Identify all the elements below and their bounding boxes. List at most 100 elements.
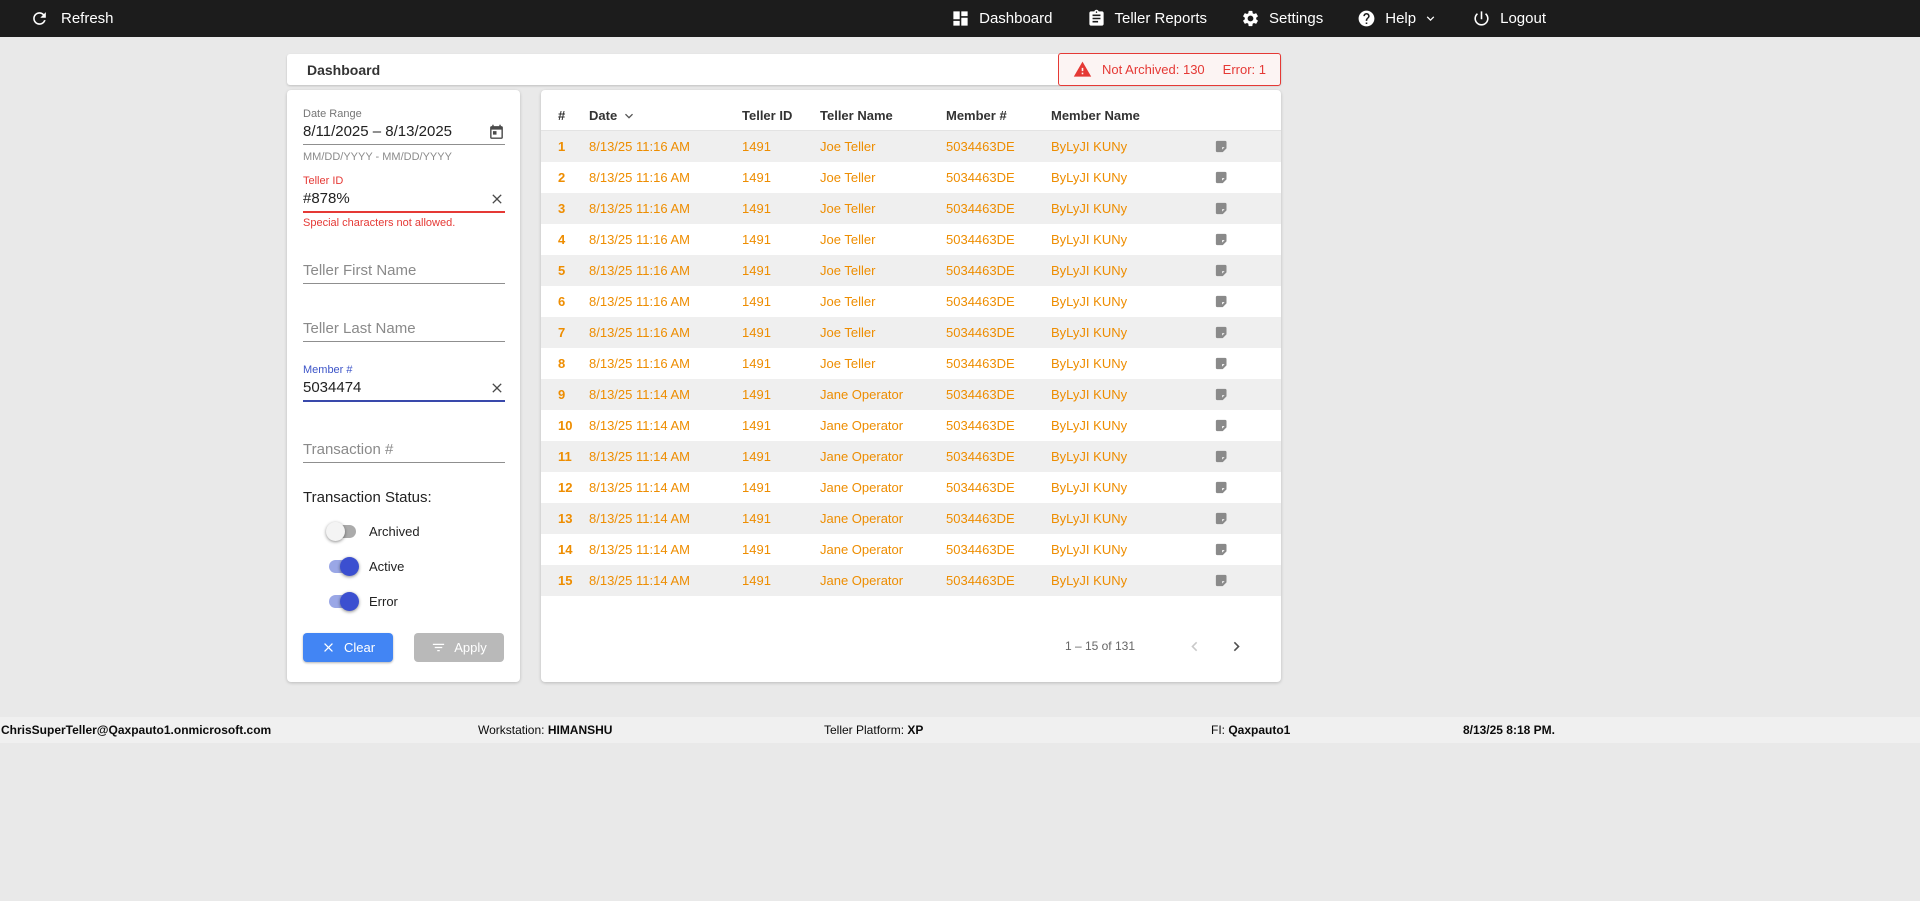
row-member-number: 5034463DE	[946, 139, 1015, 154]
row-member-number: 5034463DE	[946, 542, 1015, 557]
results-table: # Date Teller ID Teller Name Member # Me…	[541, 90, 1281, 682]
page-title: Dashboard	[307, 61, 381, 78]
note-icon[interactable]	[1214, 511, 1230, 526]
row-teller-id: 1491	[742, 201, 771, 216]
refresh-button[interactable]: Refresh	[30, 9, 114, 28]
clear-button[interactable]: Clear	[303, 633, 393, 662]
row-number: 8	[558, 356, 566, 371]
note-icon[interactable]	[1214, 418, 1230, 433]
table-body: 1 8/13/25 11:16 AM 1491 Joe Teller 50344…	[541, 131, 1281, 596]
table-row[interactable]: 8 8/13/25 11:16 AM 1491 Joe Teller 50344…	[541, 348, 1281, 379]
dashboard-icon	[951, 9, 970, 28]
table-row[interactable]: 9 8/13/25 11:14 AM 1491 Jane Operator 50…	[541, 379, 1281, 410]
col-date[interactable]: Date	[589, 108, 742, 124]
row-teller-id: 1491	[742, 573, 771, 588]
row-teller-name: Joe Teller	[820, 232, 876, 247]
apply-button[interactable]: Apply	[414, 633, 504, 662]
row-member-name: ByLyJI KUNy	[1051, 263, 1128, 278]
teller-last-name-input[interactable]	[303, 317, 505, 341]
row-member-number: 5034463DE	[946, 263, 1015, 278]
row-teller-id: 1491	[742, 418, 771, 433]
row-teller-id: 1491	[742, 139, 771, 154]
user-email: ChrisSuperTeller@Qaxpauto1.onmicrosoft.c…	[1, 723, 272, 737]
teller-first-name-input[interactable]	[303, 259, 505, 283]
prev-page-button[interactable]	[1181, 633, 1207, 659]
note-icon[interactable]	[1214, 294, 1230, 309]
row-number: 10	[558, 418, 573, 433]
row-member-number: 5034463DE	[946, 170, 1015, 185]
table-row[interactable]: 2 8/13/25 11:16 AM 1491 Joe Teller 50344…	[541, 162, 1281, 193]
row-date: 8/13/25 11:16 AM	[589, 263, 690, 278]
note-icon[interactable]	[1214, 387, 1230, 402]
note-icon[interactable]	[1214, 201, 1230, 216]
note-icon[interactable]	[1214, 139, 1230, 154]
col-teller-name: Teller Name	[820, 108, 893, 123]
sort-desc-icon	[621, 108, 637, 124]
next-page-button[interactable]	[1223, 633, 1249, 659]
table-row[interactable]: 13 8/13/25 11:14 AM 1491 Jane Operator 5…	[541, 503, 1281, 534]
teller-id-label: Teller ID	[303, 175, 344, 187]
table-row[interactable]: 7 8/13/25 11:16 AM 1491 Joe Teller 50344…	[541, 317, 1281, 348]
nav-logout[interactable]: Logout	[1472, 9, 1546, 28]
note-icon[interactable]	[1214, 263, 1230, 278]
table-row[interactable]: 14 8/13/25 11:14 AM 1491 Jane Operator 5…	[541, 534, 1281, 565]
note-icon[interactable]	[1214, 542, 1230, 557]
table-row[interactable]: 12 8/13/25 11:14 AM 1491 Jane Operator 5…	[541, 472, 1281, 503]
teller-platform-info: Teller Platform: XP	[824, 723, 923, 737]
toggle-thumb	[326, 521, 345, 541]
row-member-name: ByLyJI KUNy	[1051, 201, 1128, 216]
note-icon[interactable]	[1214, 356, 1230, 371]
row-member-name: ByLyJI KUNy	[1051, 232, 1128, 247]
warning-icon	[1073, 60, 1092, 79]
active-toggle[interactable]	[329, 556, 359, 576]
row-number: 13	[558, 511, 573, 526]
pagination-range: 1 – 15 of 131	[1064, 639, 1135, 653]
row-date: 8/13/25 11:14 AM	[589, 387, 690, 402]
table-row[interactable]: 4 8/13/25 11:16 AM 1491 Joe Teller 50344…	[541, 224, 1281, 255]
error-toggle[interactable]	[329, 591, 359, 611]
error-toggle-label: Error	[369, 593, 398, 609]
note-icon[interactable]	[1214, 573, 1230, 588]
calendar-icon[interactable]	[488, 124, 505, 141]
table-row[interactable]: 3 8/13/25 11:16 AM 1491 Joe Teller 50344…	[541, 193, 1281, 224]
gear-icon	[1241, 9, 1260, 28]
row-member-number: 5034463DE	[946, 387, 1015, 402]
close-icon	[321, 640, 336, 655]
nav-settings[interactable]: Settings	[1241, 9, 1323, 28]
note-icon[interactable]	[1214, 325, 1230, 340]
close-icon[interactable]	[489, 191, 505, 207]
row-member-number: 5034463DE	[946, 356, 1015, 371]
table-row[interactable]: 11 8/13/25 11:14 AM 1491 Jane Operator 5…	[541, 441, 1281, 472]
transaction-number-input[interactable]	[303, 438, 505, 462]
member-number-input[interactable]	[303, 376, 489, 400]
row-teller-id: 1491	[742, 294, 771, 309]
table-row[interactable]: 15 8/13/25 11:14 AM 1491 Jane Operator 5…	[541, 565, 1281, 596]
date-range-input[interactable]	[303, 120, 488, 144]
col-member-name: Member Name	[1051, 108, 1140, 123]
close-icon[interactable]	[489, 380, 505, 396]
archived-toggle[interactable]	[326, 521, 356, 541]
note-icon[interactable]	[1214, 232, 1230, 247]
note-icon[interactable]	[1214, 449, 1230, 464]
alert-not-archived: Not Archived: 130	[1102, 62, 1205, 77]
nav-teller-reports[interactable]: Teller Reports	[1087, 9, 1207, 28]
table-row[interactable]: 5 8/13/25 11:16 AM 1491 Joe Teller 50344…	[541, 255, 1281, 286]
row-teller-name: Jane Operator	[820, 480, 904, 495]
table-row[interactable]: 10 8/13/25 11:14 AM 1491 Jane Operator 5…	[541, 410, 1281, 441]
platform-value: XP	[907, 723, 924, 737]
table-row[interactable]: 1 8/13/25 11:16 AM 1491 Joe Teller 50344…	[541, 131, 1281, 162]
date-range-helper: MM/DD/YYYY - MM/DD/YYYY	[303, 151, 452, 163]
teller-id-input[interactable]	[303, 187, 489, 211]
nav-help[interactable]: Help	[1357, 9, 1438, 28]
nav-help-label: Help	[1385, 10, 1417, 27]
table-row[interactable]: 6 8/13/25 11:16 AM 1491 Joe Teller 50344…	[541, 286, 1281, 317]
row-member-number: 5034463DE	[946, 294, 1015, 309]
alert-banner[interactable]: Not Archived: 130 Error: 1	[1058, 53, 1281, 86]
transaction-number-underline	[303, 462, 505, 463]
note-icon[interactable]	[1214, 480, 1230, 495]
row-teller-id: 1491	[742, 449, 771, 464]
row-teller-name: Jane Operator	[820, 573, 904, 588]
note-icon[interactable]	[1214, 170, 1230, 185]
toggle-thumb	[340, 556, 359, 576]
nav-dashboard[interactable]: Dashboard	[951, 9, 1053, 28]
